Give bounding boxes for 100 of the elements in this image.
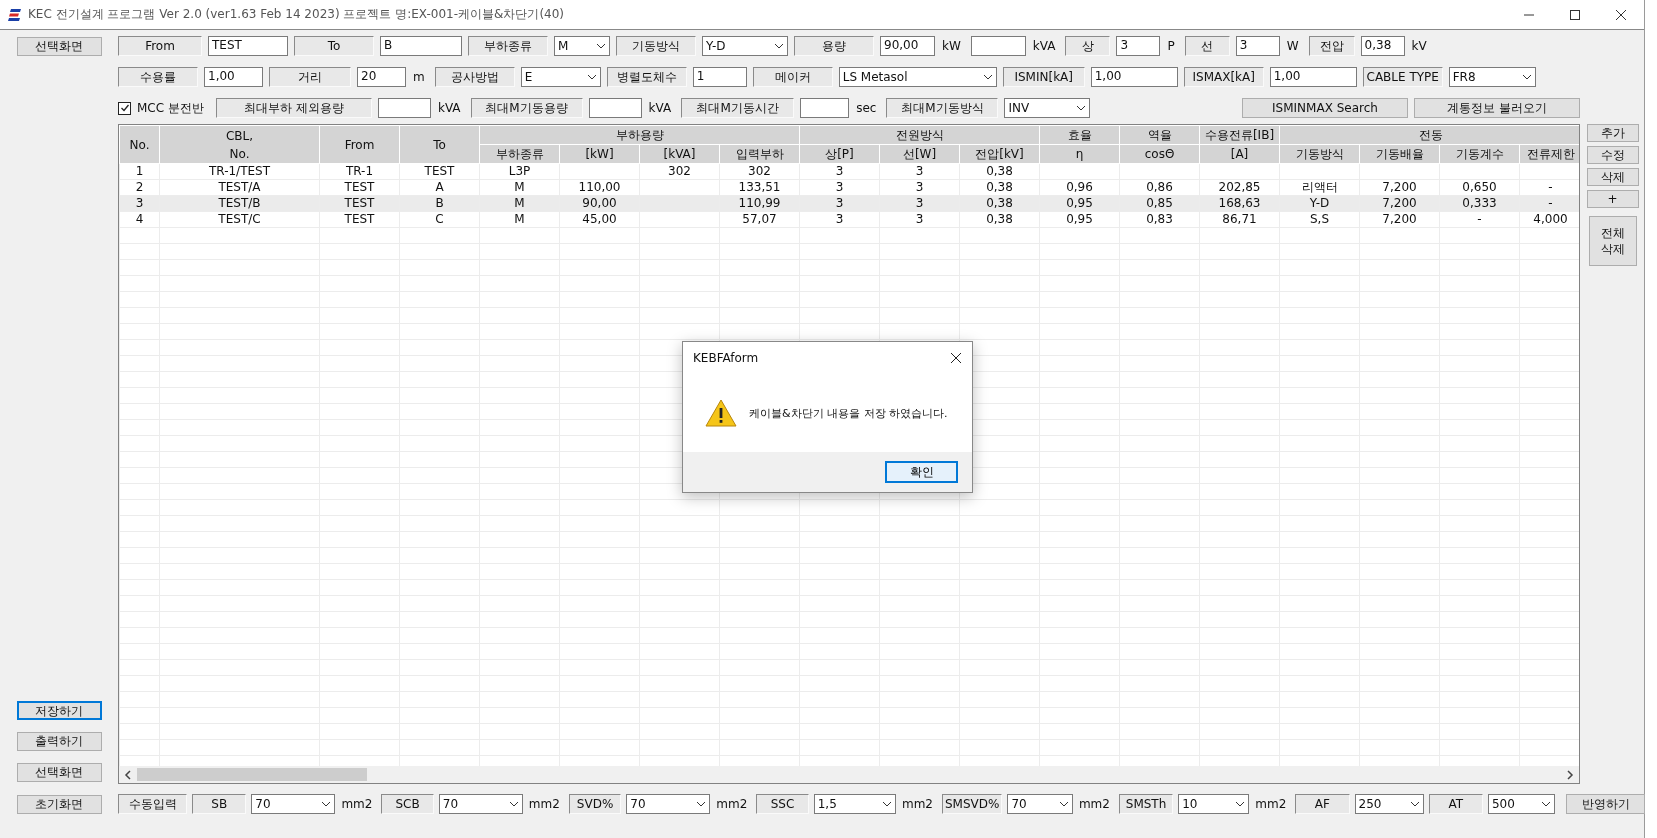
table-cell: 90,00 (582, 196, 617, 210)
table-row[interactable]: 2 TEST/A TEST A M 110,00 133,51 3 3 0,38 0,96 0,86 202,85 리액터 7,200 0,650 - (119, 179, 1579, 196)
chevron-icon (1521, 74, 1532, 80)
dropdown[interactable]: 70 (438, 794, 523, 814)
dropdown[interactable]: 70 (626, 794, 711, 814)
dropdown[interactable]: 500 (1487, 794, 1556, 814)
field-label: From (118, 36, 202, 56)
close-icon[interactable] (950, 352, 962, 364)
maximize-icon[interactable] (1569, 8, 1581, 21)
window-title: KEC 전기설계 프로그램 Ver 2.0 (ver1.63 Feb 14 2023) 프로젝트 명:EX-001-케이블&차단기(40) (28, 6, 564, 23)
field-label: SVD% (568, 794, 622, 814)
input-field[interactable] (588, 98, 642, 118)
apply-button[interactable]: 반영하기 (1566, 794, 1645, 814)
select-screen-button[interactable]: 선택화면 (16, 36, 102, 56)
table-row[interactable]: 4 TEST/C TEST C M 45,00 57,07 3 3 0,38 0,95 0,83 86,71 S,S 7,200 - 4,000 (119, 211, 1579, 228)
dropdown[interactable]: 70 (251, 794, 336, 814)
dropdown[interactable]: 250 (1354, 794, 1424, 814)
initial-screen-button[interactable]: 초기화면 (16, 794, 102, 814)
input-field[interactable]: 1,00 (1269, 67, 1357, 87)
scroll-thumb[interactable] (137, 768, 367, 781)
table-row[interactable]: 1 TR-1/TEST TR-1 TEST L3P 302 302 3 3 0,38 (119, 163, 1579, 180)
input-field[interactable]: 0,38 (1360, 36, 1405, 56)
input-field[interactable]: 90,00 (880, 36, 935, 56)
action-button[interactable]: 계통정보 불러오기 (1414, 98, 1580, 118)
field-label: To (294, 36, 374, 56)
dropdown[interactable]: 1,5 (813, 794, 896, 814)
table-cell: 1 (135, 164, 144, 178)
unit-label: W (1285, 39, 1300, 53)
input-field[interactable] (377, 98, 431, 118)
dropdown[interactable]: Y-D (702, 36, 788, 56)
table-cell: M (514, 180, 525, 194)
column-group-header: 부하용량 (479, 125, 800, 145)
dropdown[interactable]: E (520, 67, 601, 87)
chevron-icon (881, 801, 892, 807)
action-button[interactable]: 삭제 (1586, 168, 1639, 186)
unit-label: kVA (647, 101, 673, 115)
dropdown[interactable]: 10 (1178, 794, 1250, 814)
unit-label: P (1166, 39, 1176, 53)
table-cell: TEST/C (218, 212, 261, 226)
dropdown[interactable]: INV (1004, 98, 1091, 118)
table-cell: 0,95 (1066, 212, 1093, 226)
input-field[interactable]: 1,00 (1090, 67, 1178, 87)
chevron-icon (508, 801, 519, 807)
app-logo-icon (8, 7, 22, 22)
field-label: SMSVD% (941, 794, 1003, 814)
unit-label: mm2 (527, 797, 561, 811)
field-label: 최대M기동용량 (470, 98, 583, 118)
input-field[interactable]: 3 (1116, 36, 1161, 56)
action-button[interactable]: 저장하기 (16, 701, 102, 720)
table-cell: TEST (344, 180, 375, 194)
input-field[interactable]: TEST (208, 36, 288, 56)
field-label: 거리 (269, 67, 351, 87)
action-button[interactable]: ISMINMAX Search (1242, 98, 1408, 118)
field-label: 부하종류 (468, 36, 548, 56)
close-icon[interactable] (1615, 8, 1627, 21)
dropdown[interactable]: M (554, 36, 610, 56)
table-cell: 0,38 (986, 212, 1013, 226)
table-cell: - (1477, 212, 1482, 226)
field-label: AT (1428, 794, 1483, 814)
table-cell: 3 (835, 212, 844, 226)
scroll-right-icon[interactable] (1566, 769, 1574, 780)
dropdown[interactable]: LS Metasol (838, 67, 997, 87)
action-button[interactable]: + (1586, 190, 1639, 208)
table-cell: 302 (748, 164, 771, 178)
input-field[interactable]: B (380, 36, 462, 56)
table-row[interactable]: 3 TEST/B TEST B M 90,00 110,99 3 3 0,38 0,95 0,85 168,63 Y-D 7,200 0,333 - (119, 195, 1579, 212)
chevron-icon (596, 43, 606, 49)
action-button[interactable]: 추가 (1586, 124, 1639, 142)
table-cell: 57,07 (742, 212, 777, 226)
field-label: SB (192, 794, 247, 814)
scroll-left-icon[interactable] (124, 769, 132, 780)
action-button[interactable]: 선택화면 (16, 763, 102, 782)
unit-label: kV (1410, 39, 1428, 53)
column-header: CBL, No. (159, 125, 320, 164)
input-field[interactable]: 3 (1235, 36, 1280, 56)
dropdown[interactable]: FR8 (1448, 67, 1536, 87)
horizontal-scrollbar[interactable] (119, 766, 1579, 783)
unit-label: kVA (1031, 39, 1057, 53)
ok-button[interactable]: 확인 (885, 461, 958, 483)
input-field[interactable]: 20 (357, 67, 406, 87)
chevron-icon (586, 74, 597, 80)
table-cell: 0,333 (1462, 196, 1497, 210)
unit-label: mm2 (900, 797, 934, 811)
action-button[interactable]: 출력하기 (16, 732, 102, 751)
checkbox[interactable] (118, 101, 131, 115)
table-cell: M (514, 212, 525, 226)
input-field[interactable] (800, 98, 850, 118)
table-cell: 3 (835, 196, 844, 210)
action-button[interactable]: 전체 삭제 (1588, 216, 1637, 266)
table-cell: TR-1/TEST (208, 164, 271, 178)
input-field[interactable]: 1,00 (204, 67, 263, 87)
input-field[interactable]: 1 (692, 67, 747, 87)
input-field[interactable] (970, 36, 1026, 56)
field-label: 메이커 (752, 67, 833, 87)
unit-label: mm2 (340, 797, 374, 811)
action-button[interactable]: 수정 (1586, 146, 1639, 164)
table-cell: - (1548, 196, 1553, 210)
field-label: 전압 (1308, 36, 1355, 56)
dropdown[interactable]: 70 (1007, 794, 1073, 814)
field-label: 기동방식 (616, 36, 696, 56)
